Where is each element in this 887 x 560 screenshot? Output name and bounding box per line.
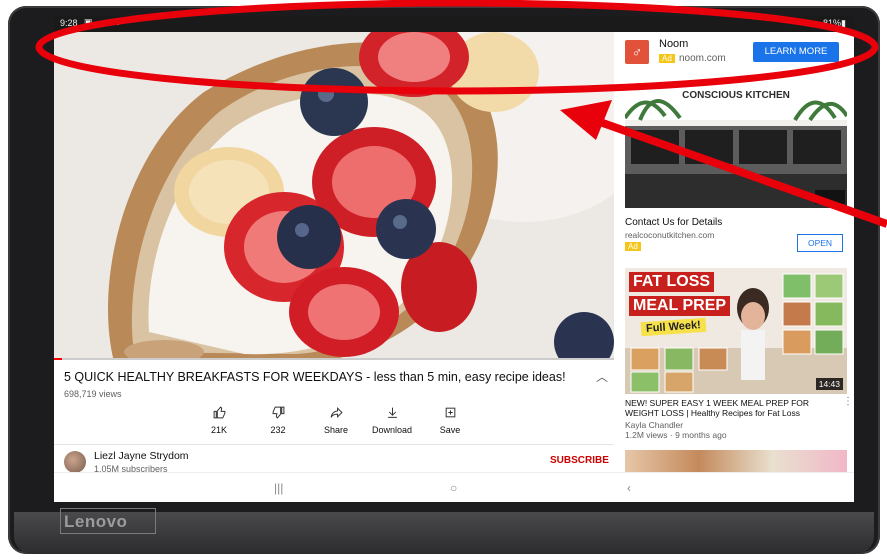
video2-meta: 1.2M views · 9 months ago xyxy=(625,430,727,440)
recents-button[interactable]: ||| xyxy=(274,481,283,495)
save-icon xyxy=(420,406,480,422)
download-label: Download xyxy=(371,425,413,435)
dislike-count: 232 xyxy=(270,425,286,435)
video2-channel: Kayla Chandler xyxy=(625,420,684,430)
thumbnail-text-line2: MEAL PREP xyxy=(629,296,731,316)
ad2-url: realcoconutkitchen.com xyxy=(625,230,715,240)
navigation-bar: ||| ○ ‹ xyxy=(54,472,854,502)
battery-text: 81% xyxy=(823,18,842,28)
status-bar: 9:28 ▣ ☁ ✲ • ◔ 81%▮ xyxy=(54,16,854,32)
video-duration: 14:43 xyxy=(815,378,843,390)
save-label: Save xyxy=(439,425,461,435)
battery-level: ◔ 81%▮ xyxy=(815,18,846,28)
thumbs-down-icon xyxy=(248,406,308,422)
ad-image[interactable]: CONSCIOUS KITCHEN xyxy=(625,78,847,208)
save-button[interactable]: Save xyxy=(420,406,480,435)
open-button[interactable]: OPEN xyxy=(797,234,843,252)
learn-more-button[interactable]: LEARN MORE xyxy=(753,42,839,62)
download-button[interactable]: Download xyxy=(362,406,422,435)
video-player[interactable] xyxy=(54,32,614,360)
back-button[interactable]: ‹ xyxy=(627,481,631,495)
screen: 9:28 ▣ ☁ ✲ • ◔ 81%▮ 5 QUICK HEALTHY BREA… xyxy=(54,16,854,502)
share-icon xyxy=(306,406,366,422)
status-icons: ▣ ☁ ✲ • xyxy=(84,17,134,27)
like-button[interactable]: 21K xyxy=(189,406,249,435)
ad-url: noom.com xyxy=(679,53,726,64)
noom-logo-icon[interactable]: ♂ xyxy=(625,40,649,64)
thumbs-up-icon xyxy=(189,406,249,422)
divider xyxy=(54,444,614,445)
ad2-badge: Ad xyxy=(625,242,641,251)
ad-advertiser-name[interactable]: Noom xyxy=(659,38,688,50)
dislike-button[interactable]: 232 xyxy=(248,406,308,435)
share-button[interactable]: Share xyxy=(306,406,366,435)
recommendations-sidebar: ♂ Noom Ad noom.com LEARN MORE CONSCIOUS … xyxy=(617,32,854,490)
status-time: 9:28 xyxy=(60,18,78,28)
brand-logo: Lenovo xyxy=(64,512,128,531)
home-button[interactable]: ○ xyxy=(450,481,457,495)
share-label: Share xyxy=(323,425,349,435)
video-frame-image xyxy=(54,32,614,360)
ad2-title[interactable]: Contact Us for Details xyxy=(625,217,722,228)
kitchen-ad-illustration: CONSCIOUS KITCHEN xyxy=(625,78,847,208)
view-count: 698,719 views xyxy=(64,389,122,399)
video-thumbnail[interactable]: FAT LOSS MEAL PREP Full Week! 14:43 xyxy=(625,268,847,394)
video2-title[interactable]: NEW! SUPER EASY 1 WEEK MEAL PREP FOR WEI… xyxy=(625,398,835,418)
kitchen-ad-heading: CONSCIOUS KITCHEN xyxy=(682,90,790,101)
video-progress-track[interactable] xyxy=(54,358,614,360)
ad-badge: Ad xyxy=(659,54,675,63)
chevron-up-icon[interactable]: ︿ xyxy=(596,368,608,385)
video-progress-fill xyxy=(54,358,62,360)
more-options-icon[interactable]: ⋮ xyxy=(843,396,853,407)
channel-name[interactable]: Liezl Jayne Strydom xyxy=(94,450,189,462)
download-icon xyxy=(362,406,422,422)
thumbnail-text-line1: FAT LOSS xyxy=(629,272,715,292)
subscribe-button[interactable]: SUBSCRIBE xyxy=(550,455,609,466)
video-title: 5 QUICK HEALTHY BREAKFASTS FOR WEEKDAYS … xyxy=(64,370,566,384)
like-count: 21K xyxy=(210,425,227,435)
channel-avatar[interactable] xyxy=(64,451,86,473)
